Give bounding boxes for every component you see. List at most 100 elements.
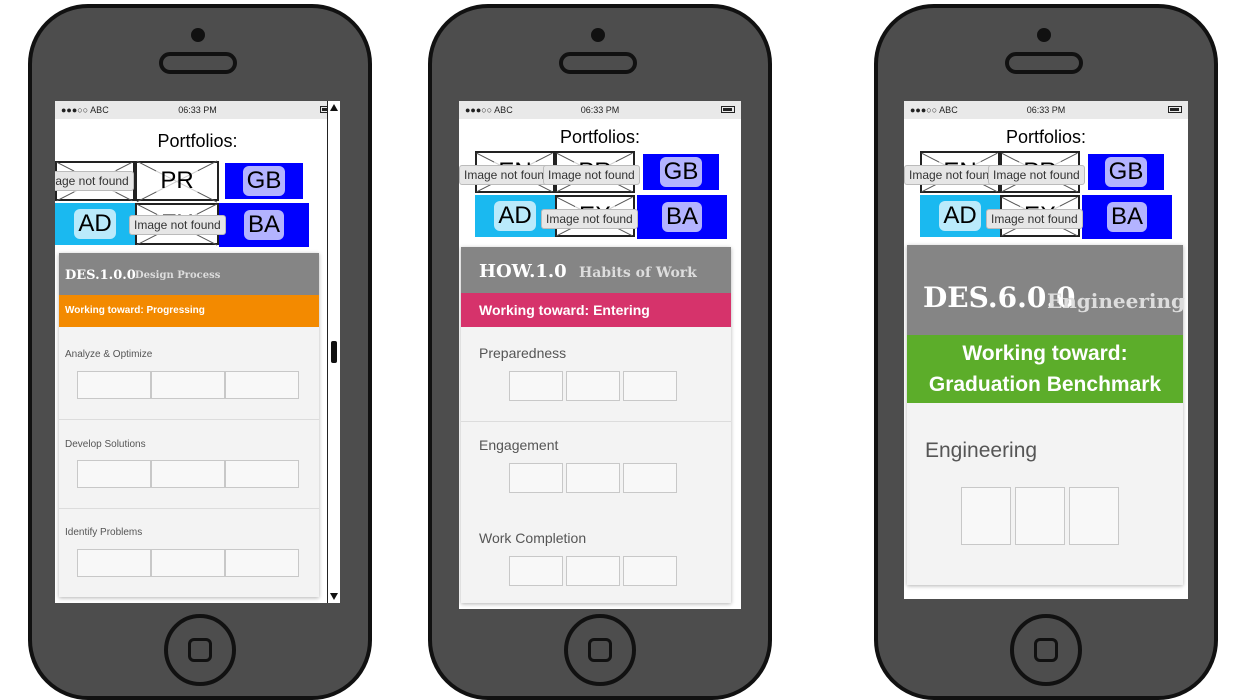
score-box[interactable] (566, 556, 620, 586)
score-box[interactable] (77, 549, 151, 577)
score-box[interactable] (509, 371, 563, 401)
competency-code: DES.1.0.0 (65, 268, 136, 283)
tile-label: BA (1106, 202, 1147, 232)
status-time: 06:33 PM (178, 105, 217, 115)
portfolio-tile-gb[interactable]: GB (225, 163, 303, 199)
scroll-down-arrow-icon[interactable] (330, 593, 338, 600)
scroll-thumb[interactable] (331, 341, 337, 363)
tile-label: AD (939, 201, 981, 231)
working-toward-text: Working toward: Graduation Benchmark (928, 342, 1162, 396)
image-not-found-tooltip: Image not found (459, 165, 556, 185)
portfolios-title: Portfolios: (559, 127, 641, 147)
portfolios-title: Portfolios: (1005, 127, 1087, 147)
image-not-found-tooltip: Image not found (904, 165, 1001, 185)
score-box[interactable] (566, 371, 620, 401)
portfolio-tile-gb[interactable]: GB (643, 154, 719, 190)
tile-label: GB (1104, 157, 1148, 187)
home-square-icon (1034, 638, 1058, 662)
competency-name: Engineering (1047, 289, 1186, 313)
portfolio-tile-ad[interactable]: AD (55, 203, 135, 245)
tile-label: PR (156, 166, 198, 196)
skill-label: Work Completion (479, 530, 587, 546)
camera-icon (591, 28, 605, 42)
home-button[interactable] (564, 614, 636, 686)
home-button[interactable] (1010, 614, 1082, 686)
score-box[interactable] (151, 549, 225, 577)
score-box[interactable] (225, 549, 299, 577)
status-bar: ●●●○○ ABC 06:33 PM (459, 101, 741, 119)
skill-label: Identify Problems (65, 527, 143, 538)
portfolio-tile-gb[interactable]: GB (1088, 154, 1164, 190)
divider (59, 419, 319, 420)
competency-card: DES.6.0.0 Engineering Working toward: Gr… (907, 245, 1186, 585)
score-box[interactable] (225, 371, 299, 399)
scroll-up-arrow-icon[interactable] (330, 104, 338, 111)
score-box[interactable] (1015, 487, 1065, 545)
score-box[interactable] (623, 371, 677, 401)
score-box[interactable] (509, 556, 563, 586)
card-header: DES.1.0.0 Design Process (59, 253, 319, 295)
screen: ●●●○○ ABC 06:33 PM Portfolios: EN PR GB … (55, 101, 340, 603)
score-box[interactable] (1069, 487, 1119, 545)
card-header: HOW.1.0 Habits of Work (461, 247, 731, 293)
working-toward-text: Working toward: Entering (479, 302, 650, 318)
status-bar: ●●●○○ ABC 06:33 PM (904, 101, 1188, 119)
score-box[interactable] (77, 371, 151, 399)
score-box[interactable] (151, 460, 225, 488)
portfolio-tile-ba[interactable]: BA (219, 203, 309, 247)
divider (59, 508, 319, 509)
battery-icon (1168, 106, 1182, 113)
score-box[interactable] (566, 463, 620, 493)
image-not-found-tooltip: Image not found (543, 165, 640, 185)
score-box[interactable] (623, 556, 677, 586)
working-toward-text: Working toward: Progressing (65, 305, 205, 316)
score-box[interactable] (961, 487, 1011, 545)
score-box[interactable] (151, 371, 225, 399)
skill-label: Analyze & Optimize (65, 349, 153, 360)
score-box[interactable] (77, 460, 151, 488)
battery-icon (721, 106, 735, 113)
status-time: 06:33 PM (580, 105, 620, 115)
tile-label: GB (659, 157, 703, 187)
status-time: 06:33 PM (1026, 105, 1066, 115)
portfolio-tile-ba[interactable]: BA (1082, 195, 1172, 239)
divider (461, 421, 731, 422)
tile-label: BA (243, 210, 284, 240)
image-not-found-tooltip: Image not found (55, 171, 134, 191)
score-box[interactable] (225, 460, 299, 488)
speaker-icon (159, 52, 237, 74)
speaker-icon (1005, 52, 1083, 74)
portfolio-tile-pr[interactable]: PR (135, 161, 219, 201)
portfolios-title: Portfolios: (157, 131, 238, 151)
skill-label: Develop Solutions (65, 439, 146, 450)
working-toward-banner: Working toward: Entering (461, 293, 731, 327)
tile-label: BA (661, 202, 702, 232)
screen: ●●●○○ ABC 06:33 PM Portfolios: EN PR GB … (459, 101, 741, 609)
camera-icon (1037, 28, 1051, 42)
home-square-icon (588, 638, 612, 662)
competency-card: HOW.1.0 Habits of Work Working toward: E… (461, 247, 731, 603)
camera-icon (191, 28, 205, 42)
image-not-found-tooltip: Image not found (988, 165, 1085, 185)
competency-name: Habits of Work (579, 265, 697, 281)
status-bar: ●●●○○ ABC 06:33 PM (55, 101, 340, 119)
home-square-icon (188, 638, 212, 662)
home-button[interactable] (164, 614, 236, 686)
phone-mockup-3: ●●●○○ ABC 06:33 PM Portfolios: EN PR GB … (874, 4, 1218, 700)
competency-code: HOW.1.0 (479, 261, 567, 282)
portfolio-tile-ba[interactable]: BA (637, 195, 727, 239)
tile-label: GB (242, 166, 286, 196)
tile-label: AD (494, 201, 536, 231)
skill-label: Preparedness (479, 345, 567, 361)
score-box[interactable] (623, 463, 677, 493)
card-header: DES.6.0.0 Engineering (907, 245, 1186, 335)
skill-label: Engineering (925, 439, 1038, 462)
scrollbar[interactable] (327, 101, 340, 603)
speaker-icon (559, 52, 637, 74)
image-not-found-tooltip: Image not found (541, 209, 638, 229)
working-toward-banner: Working toward: Progressing (59, 295, 319, 327)
phone-mockup-2: ●●●○○ ABC 06:33 PM Portfolios: EN PR GB … (428, 4, 772, 700)
tile-label: AD (74, 209, 116, 239)
image-not-found-tooltip: Image not found (129, 215, 226, 235)
score-box[interactable] (509, 463, 563, 493)
